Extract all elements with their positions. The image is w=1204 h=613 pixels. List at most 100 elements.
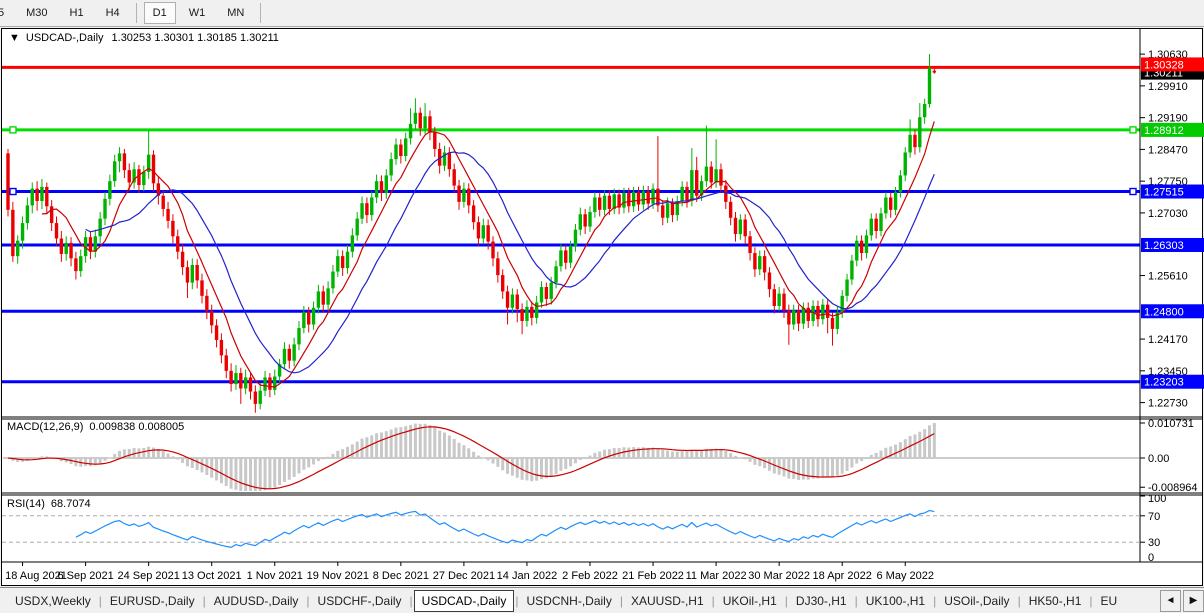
candle-body [714,169,717,182]
macd-tick-label: 0.00 [1148,453,1169,465]
macd-histogram-bar [128,449,131,458]
candle-body [45,187,48,206]
line-handle[interactable] [1130,127,1136,133]
candle-body [55,223,58,238]
timeframe-button-mn[interactable]: MN [218,2,253,24]
candle-body [103,199,106,219]
macd-histogram-bar [84,458,87,466]
chart-canvas[interactable]: 1.306301.299101.291901.284701.277501.270… [0,0,1204,613]
candle-body [540,287,543,302]
symbol-tab-usoil-daily[interactable]: USOil-,Daily [937,591,1016,611]
macd-indicator-label: MACD(12,26,9) 0.009838 0.008005 [7,421,184,433]
line-handle[interactable] [10,127,16,133]
candle-body [593,197,596,212]
time-tick-label: 30 Mar 2022 [748,570,810,582]
candle-body [661,205,664,217]
time-tick-label: 8 Dec 2021 [373,570,429,582]
symbol-tab-usdx-weekly[interactable]: USDX,Weekly [8,591,98,611]
timeframe-button-5[interactable]: 5 [0,2,13,24]
chart-window-frame [2,29,1203,586]
macd-histogram-bar [438,431,441,458]
tabs-scroll-right-icon[interactable]: ▶ [1183,590,1204,612]
price-tag: 1.28912 [1141,123,1204,137]
macd-histogram-bar [234,458,237,490]
candle-body [855,241,858,261]
candle-body [79,256,82,271]
tabs-scroll-left-icon[interactable]: ◄ [1160,590,1181,612]
macd-histogram-bar [686,451,689,458]
macd-histogram-bar [312,458,315,464]
candle-body [816,306,819,319]
macd-histogram-bar [613,448,616,458]
macd-histogram-bar [559,458,562,471]
candle-body [40,187,43,201]
tab-separator: | [785,594,788,608]
symbol-tab-xauusd-h1[interactable]: XAUUSD-,H1 [624,591,711,611]
tab-separator: | [933,594,936,608]
symbol-tab-usdchf-daily[interactable]: USDCHF-,Daily [311,591,409,611]
timeframe-button-m30[interactable]: M30 [17,2,56,24]
candle-body [254,392,257,404]
symbol-tab-eurusd-daily[interactable]: EURUSD-,Daily [103,591,202,611]
candle-body [768,272,771,289]
line-handle[interactable] [10,189,16,195]
toolbar-separator [260,3,261,23]
candle-body [928,68,931,104]
timeframe-button-w1[interactable]: W1 [180,2,215,24]
candle-body [365,203,368,215]
candle-body [579,214,582,229]
symbol-tab-dj30-h1[interactable]: DJ30-,H1 [789,591,854,611]
candle-body [351,235,354,251]
candle-body [239,373,242,388]
candle-body [574,230,577,246]
rsi-tick-label: 30 [1148,537,1160,549]
timeframe-button-d1[interactable]: D1 [144,2,176,24]
candle-body [389,159,392,175]
line-handle[interactable] [1130,189,1136,195]
candle-body [719,169,722,185]
macd-histogram-bar [230,458,233,489]
candle-body [744,220,747,237]
macd-histogram-bar [530,458,533,481]
candle-body [841,296,844,312]
candle-body [554,266,557,282]
macd-histogram-bar [487,458,490,460]
price-tick-label: 1.29910 [1148,81,1188,93]
macd-histogram-bar [356,442,359,458]
macd-histogram-bar [792,458,795,479]
candle-body [632,192,635,206]
collapse-chart-icon[interactable]: ▼ [9,32,20,44]
symbol-tab-usdcad-daily[interactable]: USDCAD-,Daily [414,590,515,612]
symbol-tab-eu[interactable]: EU [1094,591,1125,611]
candle-body [312,308,315,325]
symbol-tab-audusd-daily[interactable]: AUDUSD-,Daily [207,591,306,611]
candle-body [462,189,465,202]
macd-values: 0.009838 0.008005 [89,421,184,433]
candle-body [637,192,640,204]
macd-histogram-bar [307,458,310,467]
candle-body [496,258,499,275]
symbol-tab-uk100-h1[interactable]: UK100-,H1 [859,591,932,611]
macd-histogram-bar [579,458,582,460]
candle-body [734,218,737,234]
timeframe-button-h1[interactable]: H1 [61,2,93,24]
symbol-tab-ukoil-h1[interactable]: UKOil-,H1 [716,591,784,611]
candle-body [671,203,674,215]
candle-body [797,310,800,323]
candle-body [292,344,295,360]
price-tick-label: 1.24170 [1148,334,1188,346]
candle-body [186,267,189,282]
timeframe-button-h4[interactable]: H4 [97,2,129,24]
macd-histogram-bar [550,458,553,477]
macd-name: MACD(12,26,9) [7,421,83,433]
macd-histogram-bar [787,458,790,479]
candle-body [525,307,528,321]
macd-tick-label: 0.010731 [1148,418,1194,430]
macd-histogram-bar [467,448,470,458]
symbol-tab-usdcnh-daily[interactable]: USDCNH-,Daily [519,591,618,611]
candle-body [879,213,882,231]
candle-body [724,186,727,202]
macd-histogram-bar [826,458,829,477]
candle-body [11,210,14,256]
symbol-tab-hk50-h1[interactable]: HK50-,H1 [1022,591,1089,611]
